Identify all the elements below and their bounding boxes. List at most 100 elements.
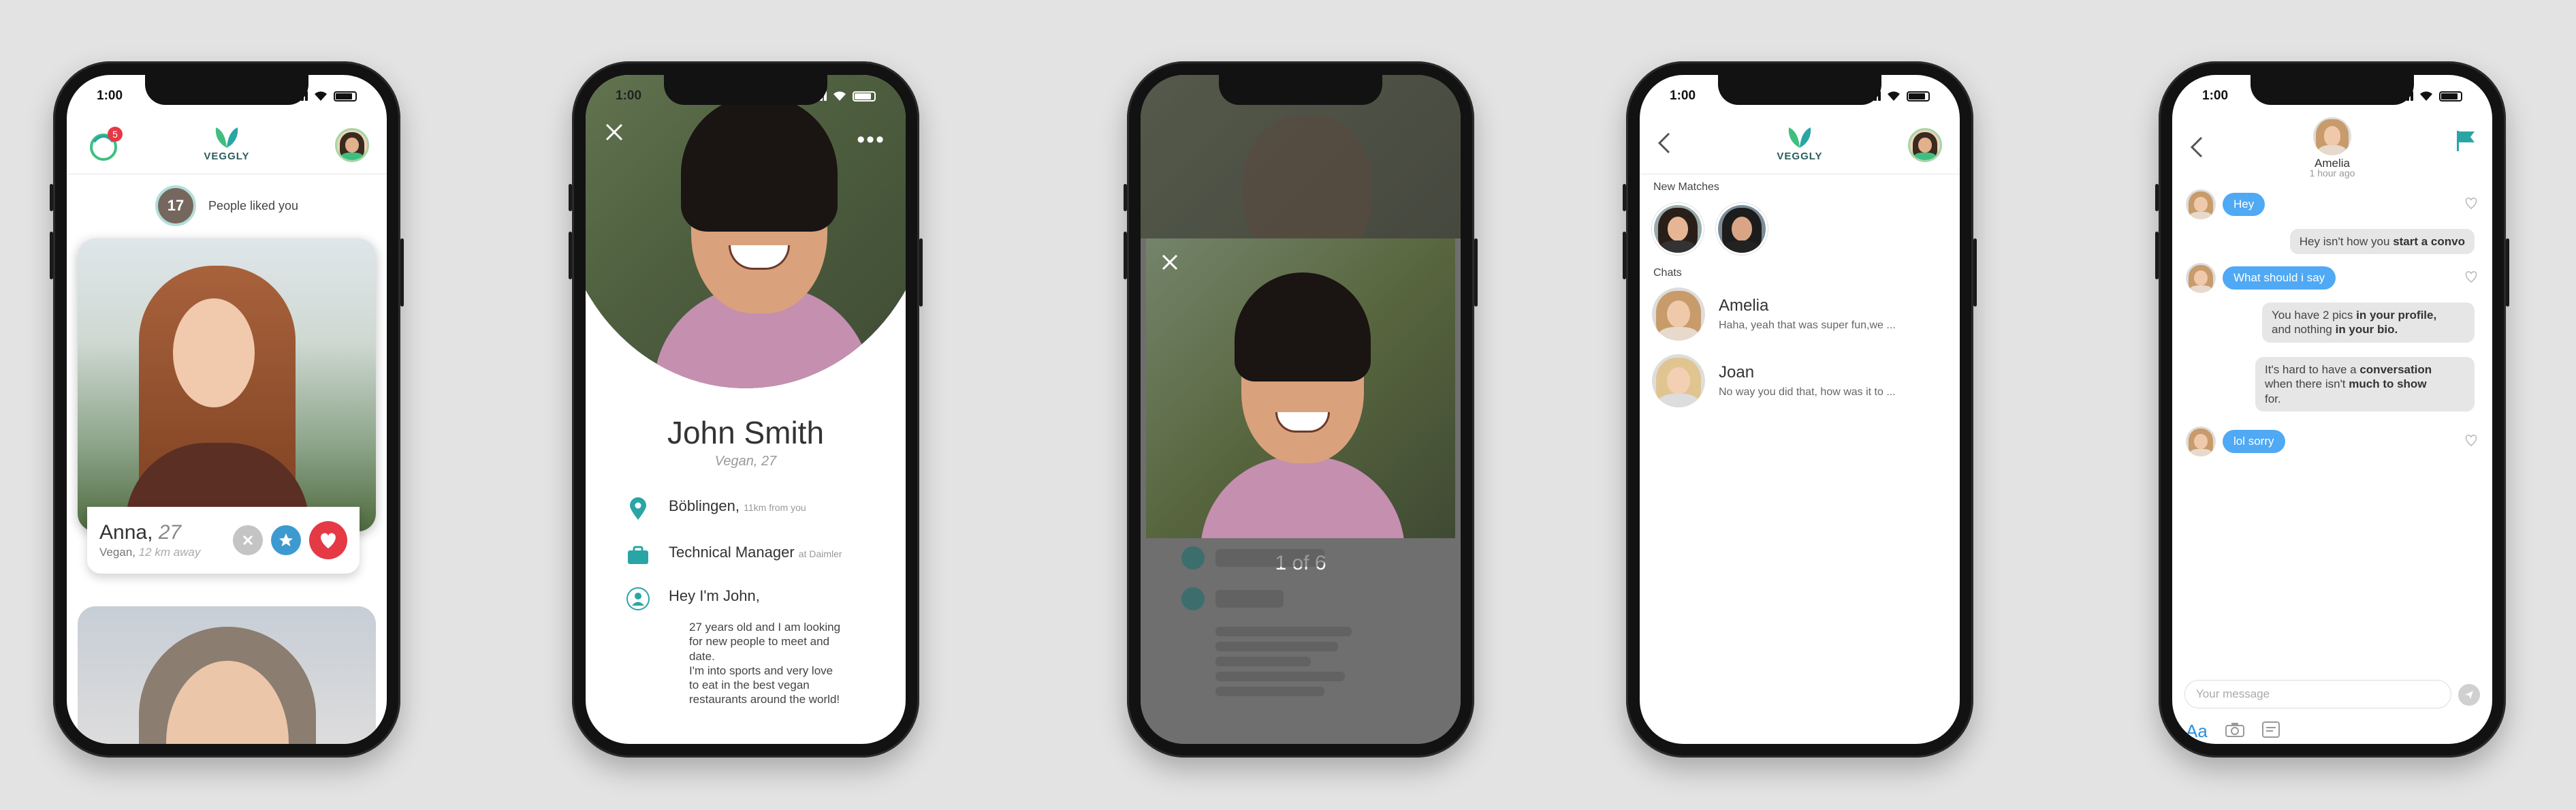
new-matches-label: New Matches [1653, 181, 1719, 193]
bio-line: for new people to meet and [689, 635, 830, 649]
contact-avatar[interactable] [2313, 117, 2351, 155]
back-icon[interactable] [1657, 132, 1671, 157]
message-text: You have 2 pics [2272, 309, 2357, 322]
text-format-button[interactable]: Aa [2186, 721, 2208, 742]
message-text: and nothing [2272, 323, 2336, 337]
card-name: Anna, [99, 521, 153, 544]
more-options-icon[interactable]: ••• [857, 127, 885, 153]
liked-count: 17 [155, 185, 196, 226]
message-bubble: Hey [2223, 193, 2265, 216]
chat-item-joan[interactable]: Joan No way you did that, how was it to … [1652, 354, 1949, 407]
greeting: Hey I'm John, [669, 587, 760, 604]
camera-icon[interactable] [2225, 722, 2244, 741]
veggly-logo: VEGGLY [204, 125, 249, 162]
message-text: start a convo [2393, 235, 2465, 248]
message-text: in your profile, [2356, 309, 2437, 322]
chat-item-amelia[interactable]: Amelia Haha, yeah that was super fun,we … [1652, 287, 1949, 341]
liked-text: People liked you [208, 198, 299, 213]
message-text: for. [2265, 392, 2281, 405]
card-distance: 12 km away [138, 546, 201, 559]
people-liked-you[interactable]: 17 People liked you [67, 185, 387, 226]
logo-text: VEGGLY [204, 151, 250, 162]
profile-name: John Smith [667, 415, 825, 450]
profile-photo [78, 238, 376, 531]
gallery-photo[interactable] [1146, 238, 1455, 538]
chat-name: Amelia [1719, 296, 1769, 315]
job-title: Technical Manager [669, 544, 795, 561]
job-row: Technical Manager at Daimler [626, 544, 892, 567]
message-incoming: lol sorry [2186, 426, 2479, 456]
message-text: conversation [2359, 363, 2432, 376]
location-distance: 11km from you [744, 502, 806, 513]
chat-avatar [1652, 354, 1705, 407]
profile-subtitle: Vegan, 27 [714, 454, 777, 469]
message-outgoing: It's hard to have a conversation when th… [2255, 357, 2475, 411]
chat-preview: No way you did that, how was it to ... [1719, 386, 1896, 398]
card-info: Anna, 27 Vegan, 12 km away [87, 507, 360, 574]
message-text: when there isn't [2265, 377, 2349, 391]
phone-matches: 1:00 VEGGLY New Matches Chats Amelia Hah… [1623, 61, 1977, 758]
chat-preview: Haha, yeah that was super fun,we ... [1719, 320, 1896, 331]
chat-avatar [1652, 287, 1705, 341]
bio-line: date. [689, 649, 715, 663]
screen-discover: 1:00 5 VEGGLY 17 People liked you Anna, … [67, 75, 387, 744]
message-incoming: Hey [2186, 189, 2479, 219]
screen-profile: 1:00 ••• John Smith Vegan, 27 Böblingen,… [586, 75, 906, 744]
screen-chat: 1:00 Amelia 1 hour ago Hey Hey isn't how… [2172, 75, 2492, 744]
briefcase-icon [626, 544, 650, 567]
bio-text: 27 years old and I am looking for new pe… [689, 620, 853, 707]
like-button[interactable] [309, 521, 347, 559]
heart-icon[interactable] [2464, 270, 2479, 287]
status-time: 1:00 [616, 89, 642, 103]
message-outgoing: Hey isn't how you start a convo [2289, 229, 2475, 255]
bio-line: to eat in the best vegan [689, 679, 810, 691]
profile-card[interactable] [78, 238, 376, 531]
bio-line: restaurants around the world! [689, 693, 840, 706]
message-bubble: lol sorry [2223, 430, 2285, 453]
screen-gallery: 1 of 6 [1141, 75, 1461, 744]
message-input[interactable]: Your message [2184, 680, 2451, 708]
card-diet: Vegan, [99, 546, 136, 559]
app-header: VEGGLY [1640, 113, 1960, 174]
heart-icon[interactable] [2464, 433, 2479, 450]
message-outgoing: You have 2 pics in your profile, and not… [2262, 302, 2475, 343]
user-avatar[interactable] [1908, 128, 1942, 162]
phone-gallery: 1 of 6 [1124, 61, 1478, 758]
close-icon[interactable] [1161, 253, 1179, 275]
message-text: in your bio. [2335, 323, 2398, 337]
chats-label: Chats [1653, 267, 1682, 279]
veggly-logo: VEGGLY [1777, 125, 1822, 162]
status-time: 1:00 [2202, 89, 2229, 103]
chat-name: Joan [1719, 363, 1755, 381]
app-header: 5 VEGGLY [67, 113, 387, 174]
send-button[interactable] [2458, 684, 2480, 706]
new-match-avatar[interactable] [1716, 203, 1768, 255]
status-time: 1:00 [1670, 89, 1696, 103]
job-company: at Daimler [798, 548, 842, 559]
heart-icon[interactable] [2464, 196, 2479, 213]
message-text: Hey isn't how you [2299, 235, 2394, 248]
matches-icon[interactable]: 5 [87, 127, 123, 163]
new-match-avatar[interactable] [1652, 203, 1704, 255]
gif-icon[interactable] [2261, 721, 2280, 741]
phone-discover: 1:00 5 VEGGLY 17 People liked you Anna, … [50, 61, 404, 758]
screen-matches: 1:00 VEGGLY New Matches Chats Amelia Hah… [1640, 75, 1960, 744]
message-text: It's hard to have a [2265, 363, 2360, 376]
bio-line: 27 years old and I am looking [689, 621, 841, 634]
message-timestamp: 1 hour ago [2309, 168, 2355, 178]
status-time: 1:00 [97, 89, 123, 103]
profile-hero-photo[interactable] [586, 75, 906, 388]
next-profile-card[interactable] [78, 606, 376, 744]
composer-toolbar: Aa [2186, 721, 2280, 742]
report-flag-icon[interactable] [2455, 129, 2476, 156]
phone-chat: 1:00 Amelia 1 hour ago Hey Hey isn't how… [2155, 61, 2509, 758]
close-icon[interactable] [605, 123, 624, 145]
dislike-button[interactable] [233, 525, 263, 555]
superlike-button[interactable] [271, 525, 301, 555]
location-text: Böblingen, [669, 497, 740, 514]
person-icon [626, 587, 650, 610]
about-row: Hey I'm John, [626, 587, 892, 610]
user-avatar[interactable] [335, 128, 369, 162]
message-text: much to show [2349, 377, 2427, 391]
notification-badge: 5 [108, 127, 123, 142]
